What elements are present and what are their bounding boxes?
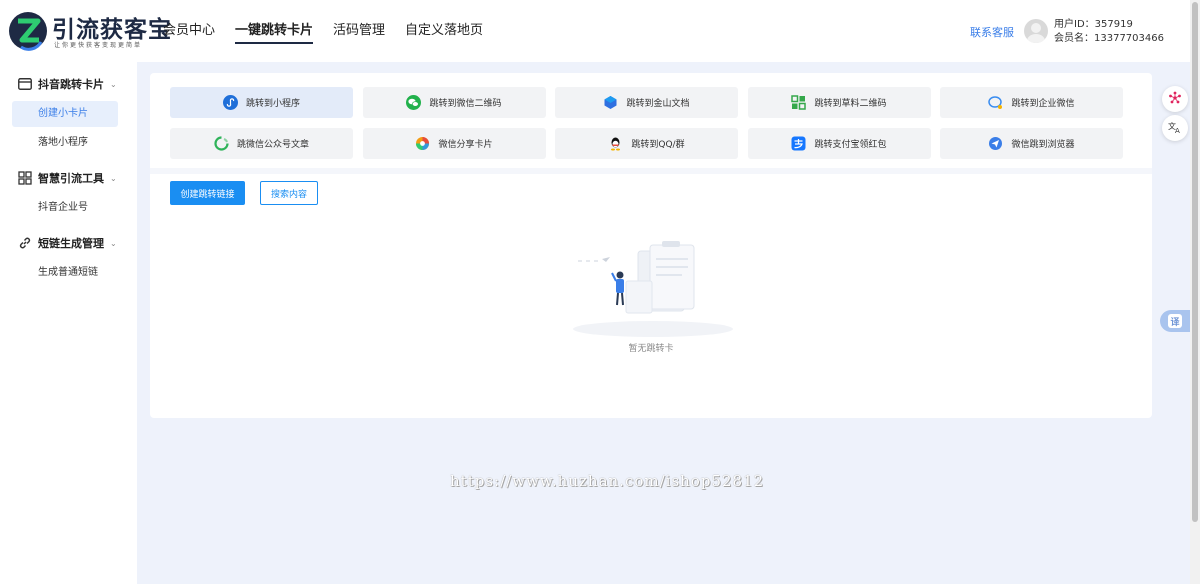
scrollbar-thumb[interactable] (1192, 2, 1198, 522)
card-type-label: 跳转到草料二维码 (814, 99, 887, 109)
card-type-grid: 跳转到小程序 跳转到微信二维码 跳转到金山文档 跳转到草料二维码 跳转到企业微信 (170, 87, 1123, 159)
miniprogram-icon (222, 95, 238, 110)
chevron-down-icon: ⌄ (110, 173, 117, 183)
card-type-alipay[interactable]: 跳转支付宝领红包 (747, 128, 931, 159)
nav-jump-card[interactable]: 一键跳转卡片 (235, 0, 314, 62)
language-icon: 文A (1168, 120, 1182, 137)
sidebar-group-label: 智慧引流工具 (38, 172, 104, 185)
translate-side-tab[interactable]: 译 (1160, 310, 1190, 332)
sidebar: 抖音跳转卡片 ⌄ 创建小卡片 落地小程序 智慧引流工具 ⌄ 抖音企业号 短链生成… (0, 62, 137, 584)
logo-z-icon (9, 12, 47, 51)
svg-text:A: A (1175, 127, 1180, 134)
card-type-kdocs[interactable]: 跳转到金山文档 (555, 87, 738, 118)
qq-icon (608, 136, 623, 151)
section-divider (150, 168, 1152, 174)
search-content-button[interactable]: 搜索内容 (260, 181, 318, 205)
wecom-icon (988, 95, 1003, 110)
network-icon (1168, 91, 1182, 108)
link-icon (18, 236, 32, 250)
nav-custom-landing[interactable]: 自定义落地页 (405, 0, 483, 62)
brand-subtitle: 让你更快获客变现更简单 (54, 42, 143, 49)
brand-title: 引流获客宝 (52, 17, 172, 43)
sidebar-item-generate-short-link[interactable]: 生成普通短链 (12, 260, 118, 286)
nav-member-center[interactable]: 会员中心 (163, 0, 215, 62)
card-type-wecom[interactable]: 跳转到企业微信 (940, 87, 1123, 118)
create-jump-link-button[interactable]: 创建跳转链接 (170, 181, 245, 205)
sidebar-group-short-link[interactable]: 短链生成管理 ⌄ (18, 235, 117, 251)
sidebar-group-douyin-card[interactable]: 抖音跳转卡片 ⌄ (18, 76, 117, 92)
alipay-icon (791, 136, 806, 151)
sidebar-group-label: 抖音跳转卡片 (38, 78, 104, 91)
sidebar-item-landing-miniprogram[interactable]: 落地小程序 (12, 130, 118, 156)
card-type-label: 微信跳到浏览器 (1011, 140, 1075, 150)
card-type-label: 跳转到微信二维码 (429, 99, 502, 109)
card-type-label: 跳转支付宝领红包 (814, 140, 887, 150)
floating-app-button[interactable] (1162, 86, 1188, 112)
top-header: 引流获客宝 让你更快获客变现更简单 会员中心 一键跳转卡片 活码管理 自定义落地… (0, 0, 1190, 62)
top-navigation: 会员中心 一键跳转卡片 活码管理 自定义落地页 (163, 0, 503, 62)
qrcode-icon (791, 95, 807, 110)
card-type-label: 跳转到金山文档 (626, 99, 690, 109)
grid-icon (18, 171, 32, 185)
card-type-miniprogram[interactable]: 跳转到小程序 (170, 87, 353, 118)
sidebar-group-label: 短链生成管理 (38, 237, 104, 250)
main-panel: 跳转到小程序 跳转到微信二维码 跳转到金山文档 跳转到草料二维码 跳转到企业微信 (150, 73, 1152, 418)
sidebar-item-create-card[interactable]: 创建小卡片 (12, 101, 118, 127)
official-account-icon (214, 136, 229, 151)
floating-translate-button[interactable]: 文A (1162, 115, 1188, 141)
card-type-label: 跳微信公众号文章 (236, 140, 309, 150)
card-icon (18, 77, 32, 91)
card-type-label: 跳转到QQ/群 (631, 140, 685, 150)
user-id: 用户ID：357919 (1054, 19, 1133, 30)
card-type-share-card[interactable]: 微信分享卡片 (362, 128, 546, 159)
sidebar-item-douyin-enterprise[interactable]: 抖音企业号 (12, 195, 118, 221)
contact-service-link[interactable]: 联系客服 (970, 24, 1014, 40)
card-type-label: 微信分享卡片 (438, 140, 493, 150)
sidebar-group-smart-tools[interactable]: 智慧引流工具 ⌄ (18, 170, 117, 186)
card-type-browser[interactable]: 微信跳到浏览器 (940, 128, 1123, 159)
user-avatar[interactable] (1024, 19, 1048, 43)
translate-icon: 译 (1168, 314, 1182, 328)
card-type-wechat-qrcode[interactable]: 跳转到微信二维码 (362, 87, 546, 118)
kdocs-icon (603, 95, 618, 110)
share-card-icon (415, 136, 430, 151)
brand-logo[interactable]: 引流获客宝 让你更快获客变现更简单 (8, 8, 171, 54)
card-type-label: 跳转到小程序 (245, 99, 300, 109)
nav-live-code[interactable]: 活码管理 (333, 0, 385, 62)
empty-state-text: 暂无跳转卡 (628, 344, 674, 354)
user-info: 用户ID：357919 会员名：13377703466 (1054, 18, 1164, 46)
card-type-qq-group[interactable]: 跳转到QQ/群 (555, 128, 738, 159)
card-type-official-account[interactable]: 跳微信公众号文章 (170, 128, 353, 159)
chevron-down-icon: ⌄ (110, 238, 117, 248)
wechat-icon (406, 95, 422, 110)
member-name: 会员名：13377703466 (1054, 33, 1164, 44)
browser-icon (988, 136, 1003, 151)
card-type-caoliao-qrcode[interactable]: 跳转到草料二维码 (747, 87, 931, 118)
chevron-down-icon: ⌄ (110, 79, 117, 89)
card-type-label: 跳转到企业微信 (1011, 99, 1075, 109)
watermark-text: https://www.huzhan.com/ishop52812 (450, 472, 765, 490)
empty-state-illustration (573, 241, 733, 337)
